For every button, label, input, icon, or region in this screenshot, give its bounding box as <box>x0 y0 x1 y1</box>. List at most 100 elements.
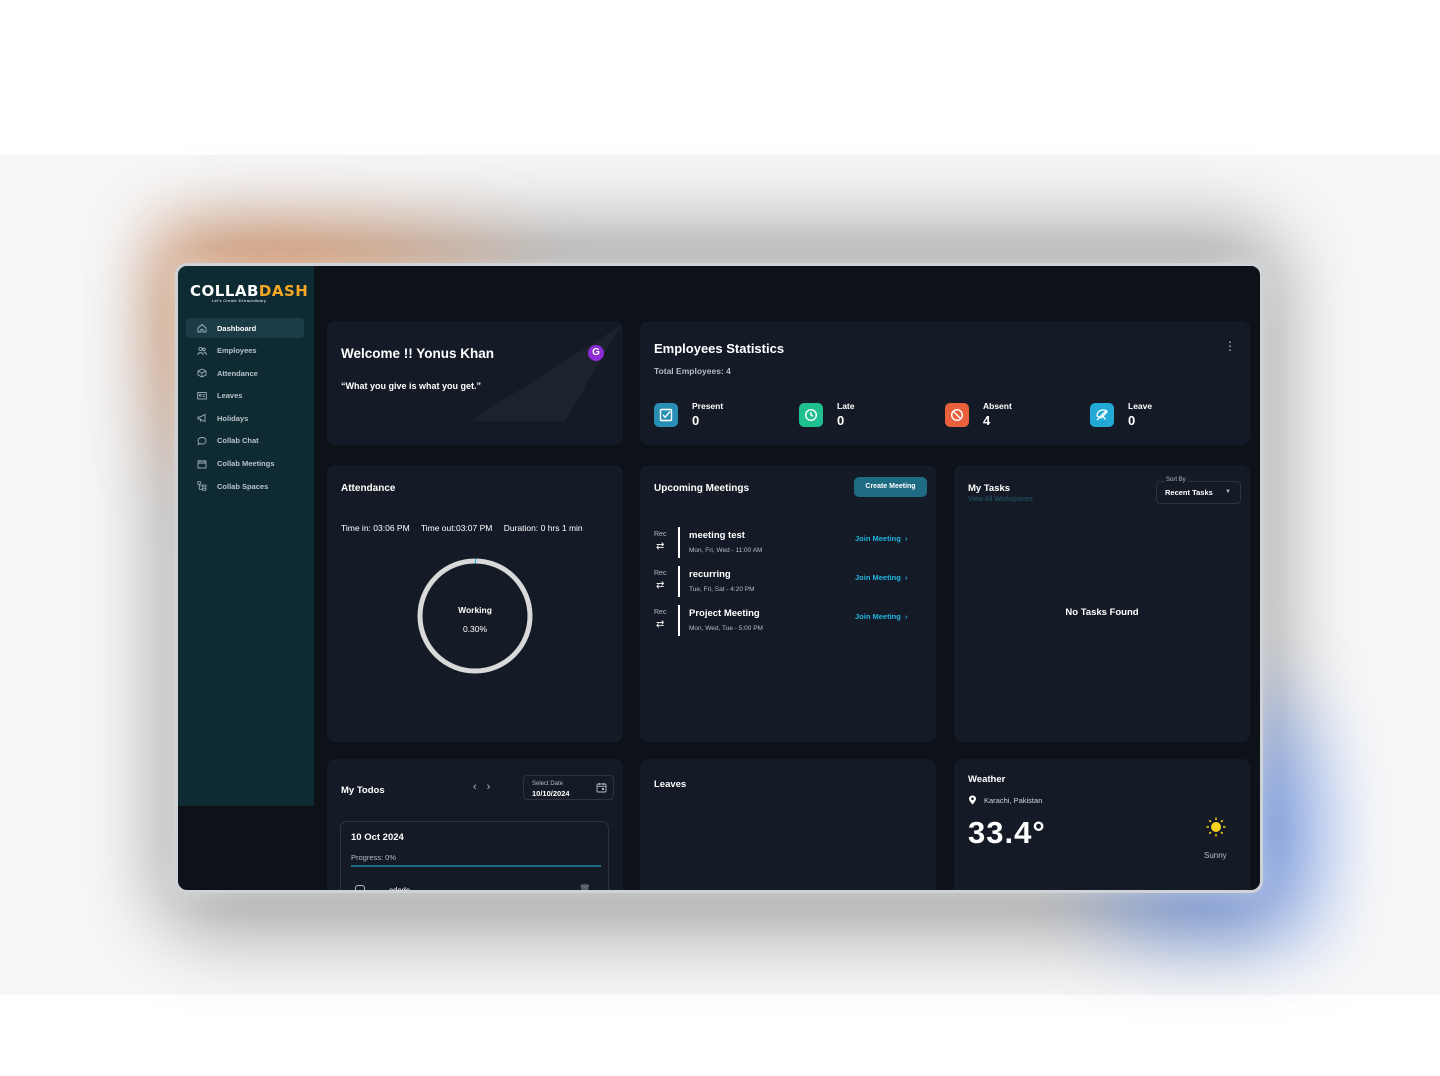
upcoming-meetings-card: Upcoming Meetings Create Meeting Rec ⇄ m… <box>640 465 936 742</box>
logo-name-part2: DASH <box>258 282 309 300</box>
users-icon <box>195 346 209 356</box>
google-icon[interactable]: G <box>588 345 604 361</box>
sidebar-item-leaves[interactable]: Leaves <box>186 386 304 406</box>
meeting-row: Rec ⇄ recurring Tue, Fri, Sat - 4:20 PM … <box>654 566 924 599</box>
tasks-heading: My Tasks <box>968 483 1011 494</box>
create-meeting-button[interactable]: Create Meeting <box>854 477 927 497</box>
time-in: Time in: 03:06 PM <box>341 523 410 533</box>
attendance-times: Time in: 03:06 PM Time out:03:07 PM Dura… <box>341 523 592 533</box>
megaphone-icon <box>195 413 209 423</box>
home-icon <box>195 323 209 333</box>
time-out: Time out:03:07 PM <box>420 523 493 533</box>
stat-present: Present 0 <box>654 401 723 428</box>
sidebar-item-attendance[interactable]: Attendance <box>186 363 304 383</box>
stat-label: Leave <box>1128 401 1153 411</box>
meeting-schedule: Tue, Fri, Sat - 4:20 PM <box>689 586 755 593</box>
leaves-heading: Leaves <box>654 779 687 790</box>
todo-checkbox[interactable] <box>355 885 365 890</box>
join-meeting-link[interactable]: Join Meeting › <box>855 612 908 621</box>
sidebar: COLLABDASH Let's Create Extraordinary Da… <box>178 266 314 806</box>
id-card-icon <box>195 391 209 401</box>
meeting-divider <box>678 566 680 597</box>
join-meeting-link[interactable]: Join Meeting › <box>855 573 908 582</box>
meeting-name: Project Meeting <box>689 608 760 619</box>
total-employees: Total Employees: 4 <box>654 366 731 376</box>
stat-value: 4 <box>983 413 991 428</box>
more-options-icon[interactable]: ⋮ <box>1224 339 1236 353</box>
sidebar-nav: Dashboard Employees Attendance Leaves Ho… <box>186 318 304 499</box>
leaves-card: Leaves <box>640 759 936 890</box>
repeat-icon: ⇄ <box>656 541 665 552</box>
weather-temperature: 33.4° <box>968 815 1046 850</box>
todo-item-text: cdcdc <box>389 886 410 893</box>
cube-icon <box>195 368 209 378</box>
welcome-card-decoration <box>475 321 623 421</box>
weather-location-text: Karachi, Pakistan <box>984 795 1043 805</box>
chevron-left-icon[interactable]: ‹ <box>473 781 487 793</box>
empty-tasks-message: No Tasks Found <box>1065 607 1139 618</box>
recurring-label: Rec <box>654 570 667 577</box>
meeting-row: Rec ⇄ meeting test Mon, Fri, Wed - 11:00… <box>654 527 924 560</box>
todos-heading: My Todos <box>341 785 385 796</box>
sidebar-item-label: Dashboard <box>217 323 257 333</box>
my-tasks-card: My Tasks View All Workspaces Sort By Rec… <box>954 465 1250 742</box>
view-all-workspaces-link[interactable]: View All Workspaces <box>968 496 1033 503</box>
meeting-row: Rec ⇄ Project Meeting Mon, Wed, Tue - 5:… <box>654 605 924 638</box>
sidebar-item-collab-chat[interactable]: Collab Chat <box>186 431 304 451</box>
clock-icon <box>799 403 823 427</box>
umbrella-off-icon <box>1090 403 1114 427</box>
sidebar-item-label: Attendance <box>217 368 258 378</box>
sidebar-item-label: Leaves <box>217 391 243 401</box>
recurring-label: Rec <box>654 609 667 616</box>
weather-heading: Weather <box>968 774 1006 785</box>
recurring-label: Rec <box>654 531 667 538</box>
meeting-name: meeting test <box>689 530 745 541</box>
sidebar-item-collab-spaces[interactable]: Collab Spaces <box>186 476 304 496</box>
attendance-card: Attendance Time in: 03:06 PM Time out:03… <box>327 465 623 742</box>
calendar-icon[interactable] <box>596 782 607 793</box>
attendance-progress-ring: Working 0.30% <box>415 556 535 676</box>
sort-by-value: Recent Tasks <box>1165 488 1213 497</box>
employee-statistics-card: Employees Statistics Total Employees: 4 … <box>640 321 1250 445</box>
logo-tagline: Let's Create Extraordinary <box>212 298 267 303</box>
chevron-right-icon[interactable]: › <box>487 781 501 793</box>
todo-progress-bar <box>351 865 601 867</box>
sidebar-item-dashboard[interactable]: Dashboard <box>186 318 304 338</box>
duration: Duration: 0 hrs 1 min <box>503 523 583 533</box>
chevron-right-icon: › <box>905 612 908 621</box>
sidebar-item-collab-meetings[interactable]: Collab Meetings <box>186 454 304 474</box>
welcome-heading: Welcome !! Yonus Khan <box>341 346 495 361</box>
meeting-schedule: Mon, Fri, Wed - 11:00 AM <box>689 547 763 554</box>
stat-leave: Leave 0 <box>1090 401 1152 428</box>
select-date-input[interactable]: Select Date 10/10/2024 <box>523 775 614 800</box>
checkbox-icon <box>654 403 678 427</box>
welcome-card: Welcome !! Yonus Khan “What you give is … <box>327 321 623 445</box>
trash-icon[interactable]: 🗑 <box>579 884 590 890</box>
chevron-down-icon: ▼ <box>1225 489 1231 495</box>
sort-by-select[interactable]: Sort By Recent Tasks ▼ <box>1156 477 1241 504</box>
todo-day-card: 10 Oct 2024 Progress: 0% cdcdc 🗑 <box>340 821 609 893</box>
todo-progress-label: Progress: 0% <box>351 853 397 862</box>
stat-label: Present <box>692 401 724 411</box>
stat-label: Absent <box>983 401 1012 411</box>
meeting-divider <box>678 605 680 636</box>
location-pin-icon <box>969 795 976 805</box>
stat-late: Late 0 <box>799 401 854 428</box>
stat-label: Late <box>837 401 855 411</box>
weather-condition: Sunny <box>1204 851 1227 860</box>
join-meeting-link[interactable]: Join Meeting › <box>855 534 908 543</box>
join-meeting-label: Join Meeting <box>855 612 901 621</box>
sort-by-label: Sort By <box>1165 477 1187 483</box>
calendar-icon <box>195 459 209 469</box>
select-date-value: 10/10/2024 <box>532 789 570 798</box>
sidebar-item-holidays[interactable]: Holidays <box>186 408 304 428</box>
meetings-heading: Upcoming Meetings <box>654 483 750 494</box>
meeting-divider <box>678 527 680 558</box>
app-logo[interactable]: COLLABDASH Let's Create Extraordinary <box>190 282 308 306</box>
date-nav: ‹› <box>473 781 500 793</box>
stat-value: 0 <box>1128 413 1136 428</box>
weather-card: Weather Karachi, Pakistan 33.4° Sunny <box>954 759 1250 890</box>
sidebar-item-label: Collab Chat <box>217 436 259 446</box>
stat-value: 0 <box>692 413 700 428</box>
sidebar-item-employees[interactable]: Employees <box>186 341 304 361</box>
